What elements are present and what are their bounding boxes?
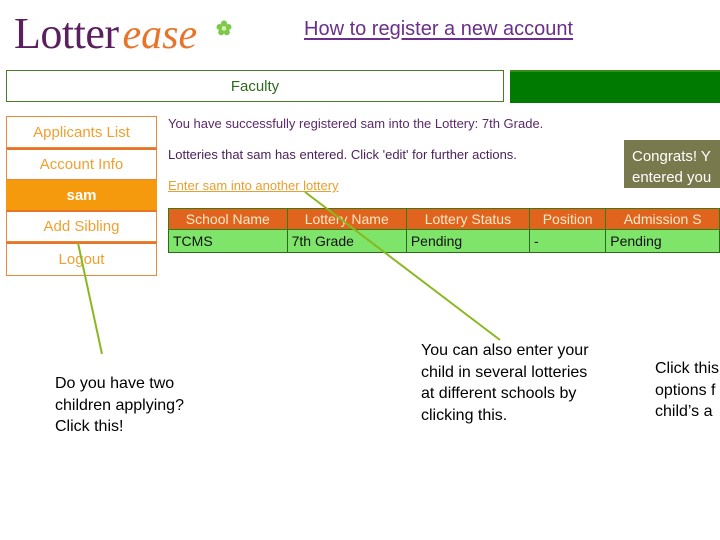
- click-note-line-2: options f: [655, 381, 716, 399]
- column-header-school-name: School Name: [168, 208, 288, 230]
- cell-lottery-status: Pending: [405, 229, 530, 253]
- sidebar-item-applicants-list[interactable]: Applicants List: [6, 116, 157, 148]
- sidebar-item-label: Add Sibling: [43, 218, 120, 235]
- success-message: You have successfully registered sam int…: [168, 116, 544, 131]
- cell-lottery-name: 7th Grade: [286, 229, 407, 253]
- click-note: Click this options f child’s a: [655, 358, 720, 423]
- connector-congrats-pointer: [668, 188, 676, 196]
- logo: Lotter ease: [14, 8, 197, 58]
- column-header-lottery-status: Lottery Status: [405, 208, 530, 230]
- flower-icon: [216, 20, 232, 36]
- column-header-lottery-name: Lottery Name: [286, 208, 407, 230]
- sidebar-item-label: sam: [66, 187, 97, 204]
- table-header-row: School Name Lottery Name Lottery Status …: [168, 208, 720, 230]
- sidebar-item-label: Applicants List: [33, 123, 130, 141]
- tab-faculty[interactable]: Faculty: [6, 70, 504, 102]
- lotteries-message: Lotteries that sam has entered. Click 'e…: [168, 147, 517, 162]
- sidebar-item-label: Account Info: [39, 156, 124, 173]
- sibling-note: Do you have two children applying? Click…: [55, 375, 184, 435]
- congrats-line-1: Congrats! Y: [632, 148, 711, 165]
- sidebar-item-logout[interactable]: Logout: [6, 242, 157, 276]
- congrats-line-2: entered you: [632, 169, 712, 186]
- enter-another-lottery-link[interactable]: Enter sam into another lottery: [168, 178, 339, 193]
- congrats-callout: Congrats! Y entered you: [624, 140, 720, 188]
- cell-school-name: TCMS: [168, 229, 288, 253]
- page-title: How to register a new account: [304, 18, 574, 40]
- click-note-line-3: child’s a: [655, 403, 713, 420]
- column-header-admission-status: Admission S: [605, 208, 720, 230]
- cell-position: -: [528, 229, 607, 253]
- sidebar-item-label: Logout: [58, 251, 105, 268]
- sidebar-item-sam[interactable]: sam: [6, 180, 157, 210]
- cell-admission-status: Pending: [605, 229, 720, 253]
- tab-faculty-label: Faculty: [230, 77, 280, 95]
- table-row[interactable]: TCMS 7th Grade Pending - Pending: [168, 229, 720, 253]
- lotteries-table: School Name Lottery Name Lottery Status …: [168, 208, 720, 253]
- sidebar-item-account-info[interactable]: Account Info: [6, 148, 157, 180]
- logo-text-ease: ease: [122, 12, 198, 58]
- sidebar: Applicants List Account Info sam Add Sib…: [6, 116, 157, 276]
- logo-text-lotter: Lotter: [14, 9, 119, 58]
- column-header-position: Position: [528, 208, 607, 230]
- tab-active-green[interactable]: [510, 70, 720, 103]
- sidebar-item-add-sibling[interactable]: Add Sibling: [6, 210, 157, 242]
- click-note-line-1: Click this: [655, 360, 720, 377]
- lottery-note: You can also enter your child in several…: [421, 342, 589, 424]
